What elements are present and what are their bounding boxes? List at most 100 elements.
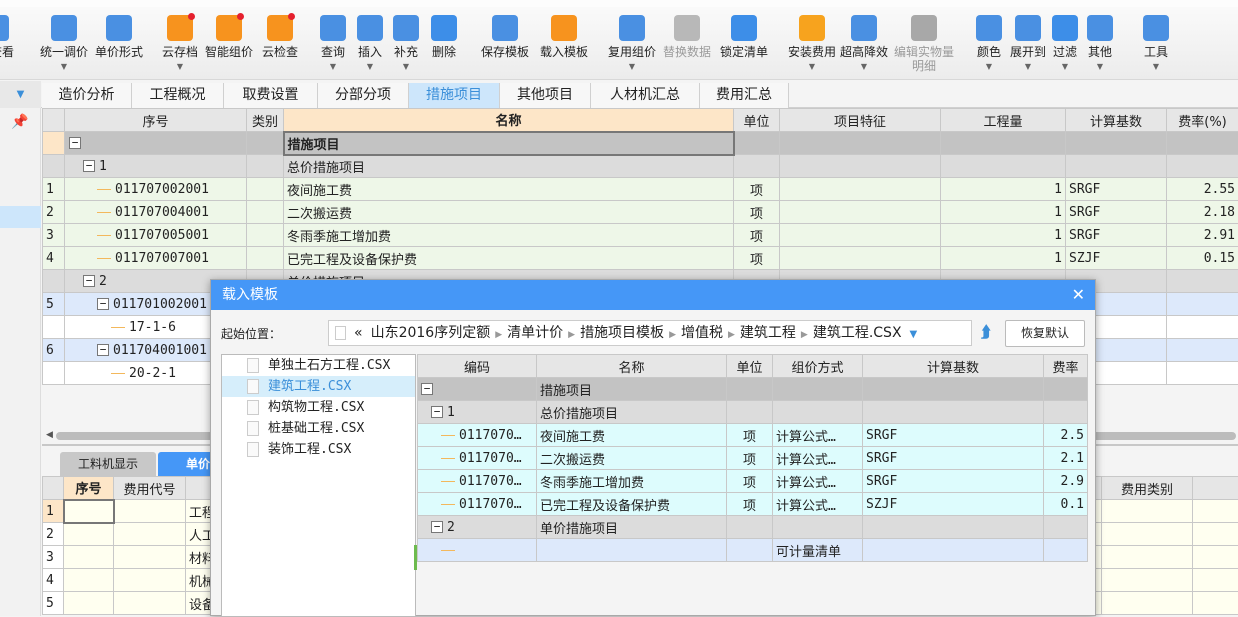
toolbar-button-5[interactable]: 云检查: [262, 15, 298, 59]
cell-code[interactable]: 011707002001: [65, 178, 247, 201]
cell[interactable]: [64, 592, 114, 615]
cell-rate[interactable]: [1167, 362, 1238, 385]
cell[interactable]: [1193, 500, 1238, 523]
cell-method[interactable]: [773, 378, 863, 401]
cell-unit[interactable]: [727, 516, 773, 539]
tab-2[interactable]: 取费设置: [224, 83, 318, 108]
cell-rate[interactable]: 2.18: [1167, 201, 1238, 224]
dropdown-arrow-icon[interactable]: ▼: [608, 61, 656, 73]
cell-unit[interactable]: 项: [734, 201, 780, 224]
toolbar-button-0[interactable]: 用查看: [0, 15, 14, 59]
cell-type[interactable]: [247, 155, 284, 178]
cell-rate[interactable]: [1167, 155, 1238, 178]
toolbar-button-22[interactable]: 工具▼: [1143, 15, 1169, 73]
cell-rate[interactable]: 0.15: [1167, 247, 1238, 270]
cell[interactable]: [114, 523, 186, 546]
cell-base[interactable]: SRGF: [1066, 178, 1167, 201]
cell-name[interactable]: 已完工程及设备保护费: [537, 493, 727, 516]
breadcrumb-item[interactable]: 建筑工程: [740, 325, 796, 341]
cell-name[interactable]: 二次搬运费: [537, 447, 727, 470]
cell-unit[interactable]: 项: [727, 447, 773, 470]
cell-feature[interactable]: [780, 247, 941, 270]
breadcrumb-item[interactable]: 山东2016序列定额: [371, 325, 491, 341]
toolbar-button-7[interactable]: 插入▼: [357, 15, 383, 73]
column-header[interactable]: 序号: [64, 477, 114, 500]
cell-qty[interactable]: 1: [941, 178, 1066, 201]
cell-method[interactable]: [773, 516, 863, 539]
toolbar-button-16[interactable]: 超高降效▼: [840, 15, 888, 73]
collapse-toggle-icon[interactable]: −: [83, 160, 95, 172]
toolbar-button-18[interactable]: 颜色▼: [976, 15, 1002, 73]
collapse-toggle-icon[interactable]: −: [83, 275, 95, 287]
cell-qty[interactable]: 1: [941, 224, 1066, 247]
cell-idx[interactable]: 3: [43, 224, 65, 247]
tab-4[interactable]: 措施项目: [409, 83, 500, 108]
cell-rate[interactable]: [1167, 316, 1238, 339]
cell-idx[interactable]: [43, 362, 65, 385]
cell-base[interactable]: [1066, 132, 1167, 155]
breadcrumb-item[interactable]: 建筑工程.CSX: [813, 325, 902, 341]
dialog-titlebar[interactable]: 载入模板 ✕: [211, 280, 1095, 310]
cell-idx[interactable]: 5: [43, 293, 65, 316]
tab-0[interactable]: 造价分析: [42, 83, 132, 108]
toolbar-button-8[interactable]: 补充▼: [393, 15, 419, 73]
toolbar-button-17[interactable]: 编辑实物量明细: [894, 15, 954, 73]
cell-name[interactable]: 冬雨季施工增加费: [537, 470, 727, 493]
dropdown-arrow-icon[interactable]: ▼: [1010, 61, 1046, 73]
cell-base[interactable]: SRGF: [1066, 201, 1167, 224]
cell[interactable]: [114, 500, 186, 523]
cell-method[interactable]: 计算公式…: [773, 470, 863, 493]
cell[interactable]: 1: [43, 500, 64, 523]
table-row[interactable]: 2011707004001二次搬运费项1SRGF2.18: [43, 201, 1238, 224]
tab-6[interactable]: 人材机汇总: [591, 83, 700, 108]
cell-type[interactable]: [247, 247, 284, 270]
toolbar-button-3[interactable]: 云存档▼: [162, 15, 198, 73]
close-icon[interactable]: ✕: [1072, 280, 1085, 310]
cell-code[interactable]: 011707007001: [65, 247, 247, 270]
table-row[interactable]: −1总价措施项目: [43, 155, 1238, 178]
cell-rate[interactable]: [1044, 401, 1088, 424]
cell[interactable]: [64, 500, 114, 523]
cell-idx[interactable]: 1: [43, 178, 65, 201]
pin-icon[interactable]: 📌: [0, 114, 40, 130]
cell[interactable]: 4: [43, 569, 64, 592]
collapse-toggle-icon[interactable]: −: [421, 383, 433, 395]
cell-feature[interactable]: [780, 224, 941, 247]
cell-idx[interactable]: [43, 316, 65, 339]
cell-name[interactable]: 措施项目: [537, 378, 727, 401]
cell-type[interactable]: [247, 132, 284, 155]
cell[interactable]: [1102, 546, 1193, 569]
breadcrumb-item[interactable]: 增值税: [681, 325, 723, 341]
cell-base[interactable]: SRGF: [863, 424, 1044, 447]
cell-base[interactable]: SRGF: [863, 447, 1044, 470]
column-header[interactable]: [43, 477, 64, 500]
toolbar-button-14[interactable]: 锁定清单: [720, 15, 768, 59]
cell-rate[interactable]: [1167, 270, 1238, 293]
column-header[interactable]: 项目特征: [780, 109, 941, 132]
cell[interactable]: [1193, 592, 1238, 615]
dropdown-arrow-icon[interactable]: ▼: [162, 61, 198, 73]
column-header[interactable]: 工程量: [941, 109, 1066, 132]
table-row[interactable]: −措施项目: [43, 132, 1238, 155]
cell-code[interactable]: 0117070…: [418, 470, 537, 493]
toolbar-button-9[interactable]: 删除: [431, 15, 457, 59]
file-item[interactable]: 构筑物工程.CSX: [222, 397, 415, 418]
dropdown-arrow-icon[interactable]: ▼: [357, 61, 383, 73]
cell-name[interactable]: 夜间施工费: [284, 178, 734, 201]
cell-code[interactable]: −1: [65, 155, 247, 178]
cell-qty[interactable]: 1: [941, 247, 1066, 270]
file-item[interactable]: 建筑工程.CSX: [222, 376, 415, 397]
column-header[interactable]: [1193, 477, 1238, 500]
cell-name[interactable]: 单价措施项目: [537, 516, 727, 539]
cell[interactable]: [1102, 569, 1193, 592]
cell[interactable]: [1193, 569, 1238, 592]
column-header[interactable]: [43, 109, 65, 132]
table-row[interactable]: 4011707007001已完工程及设备保护费项1SZJF0.15: [43, 247, 1238, 270]
column-header[interactable]: 计算基数: [863, 355, 1044, 378]
cell-base[interactable]: [863, 401, 1044, 424]
cell-code[interactable]: 011707005001: [65, 224, 247, 247]
table-row[interactable]: −2单价措施项目: [418, 516, 1088, 539]
cell-rate[interactable]: 2.9: [1044, 470, 1088, 493]
cell-base[interactable]: SRGF: [1066, 224, 1167, 247]
cell[interactable]: 5: [43, 592, 64, 615]
